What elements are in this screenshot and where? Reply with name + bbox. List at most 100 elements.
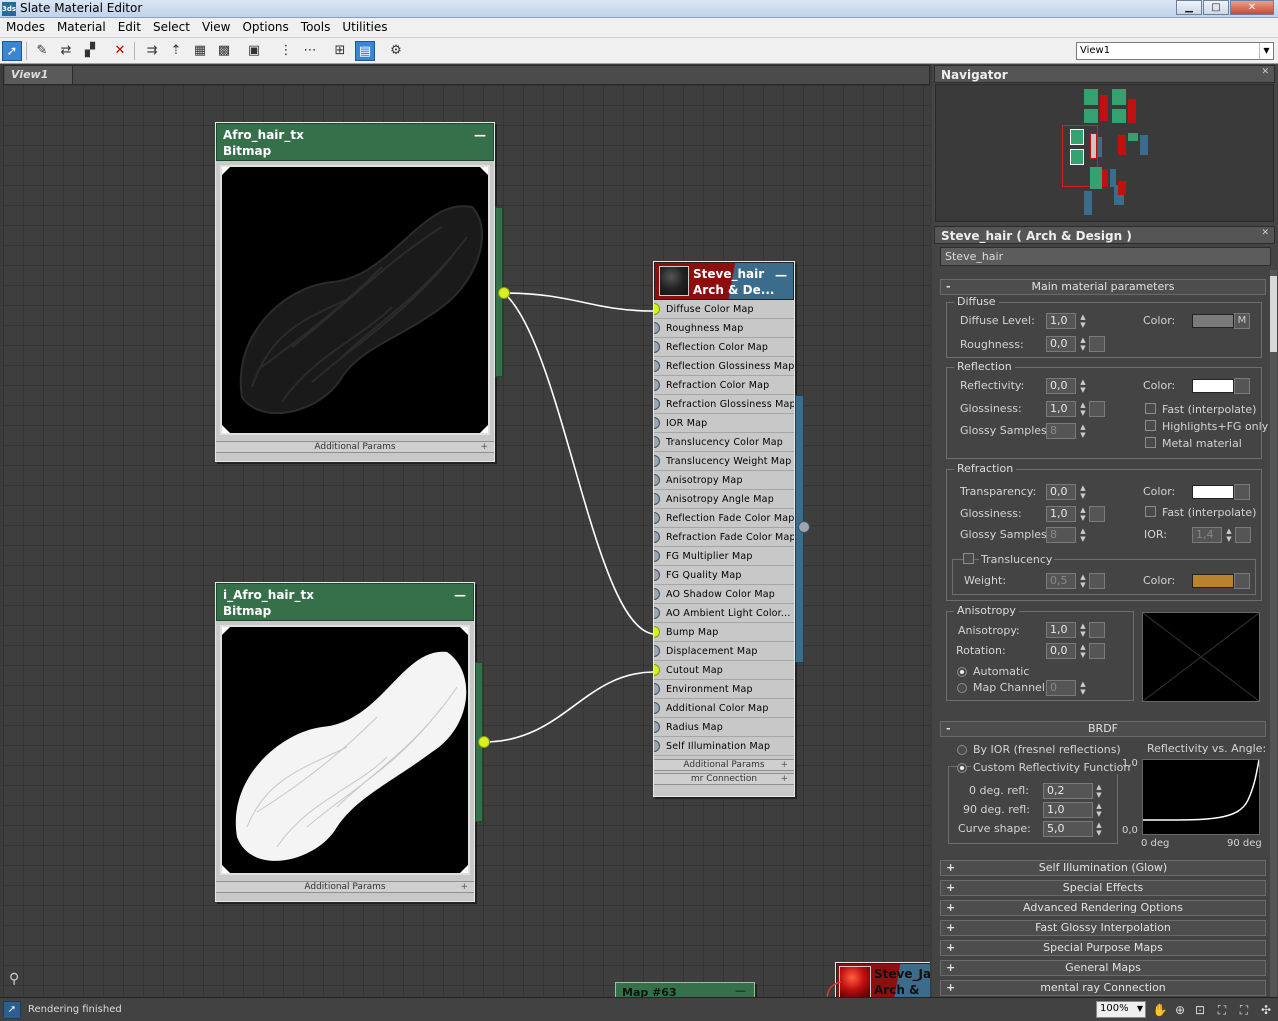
spinner-arrows-icon[interactable]: ▲ ▼: [1078, 378, 1088, 394]
layout-vertical-icon[interactable]: ⋮: [276, 41, 296, 61]
slot-row[interactable]: Refraction Fade Color Map: [654, 528, 794, 547]
curve-shape-spinner[interactable]: 5,0: [1043, 821, 1093, 837]
node-canvas[interactable]: Afro_hair_tx Bitmap — Additional Params …: [3, 85, 930, 997]
hide-unused-icon[interactable]: ⇡: [166, 41, 186, 61]
zoom-extents-icon[interactable]: ⛶: [1214, 1002, 1230, 1018]
binoculars-icon[interactable]: ⚲: [9, 971, 19, 987]
spinner-arrows-icon[interactable]: ▲ ▼: [1094, 783, 1104, 799]
additional-params-rollout[interactable]: Additional Params +: [216, 441, 494, 453]
rotation-map-button[interactable]: [1089, 643, 1105, 659]
minimize-button[interactable]: ▁: [1176, 0, 1202, 15]
output-socket-afro[interactable]: [498, 287, 510, 299]
minimize-icon[interactable]: —: [775, 267, 787, 283]
menu-select[interactable]: Select: [147, 18, 196, 37]
spinner-arrows-icon[interactable]: ▲ ▼: [1078, 527, 1088, 543]
show-map-icon[interactable]: ▦: [190, 41, 210, 61]
ior-map-button[interactable]: [1235, 527, 1251, 543]
input-socket[interactable]: [654, 550, 660, 562]
output-socket-steve-hair[interactable]: [798, 521, 810, 533]
menu-utilities[interactable]: Utilities: [336, 18, 393, 37]
zoom-icon[interactable]: ⊕: [1172, 1002, 1188, 1018]
bitmap-node-i-afro[interactable]: i_Afro_hair_tx Bitmap — Additional Param…: [215, 582, 475, 902]
refraction-fast-checkbox[interactable]: [1145, 506, 1156, 517]
slot-row[interactable]: Refraction Color Map: [654, 376, 794, 395]
input-socket[interactable]: [654, 360, 660, 372]
slot-row[interactable]: Refraction Glossiness Map: [654, 395, 794, 414]
minimize-icon[interactable]: —: [474, 127, 486, 143]
node-header[interactable]: Steve_hair Arch & De... —: [654, 262, 794, 300]
deg0-spinner[interactable]: 0,2: [1043, 783, 1093, 799]
anisotropy-map-button[interactable]: [1089, 622, 1105, 638]
additional-params-rollout[interactable]: Additional Params +: [654, 759, 794, 771]
slot-row[interactable]: Additional Color Map: [654, 699, 794, 718]
menu-tools[interactable]: Tools: [295, 18, 337, 37]
translucency-weight-spinner[interactable]: 0,5: [1046, 573, 1076, 589]
material-name-field[interactable]: Steve_hair: [940, 247, 1271, 266]
metal-material-checkbox[interactable]: [1145, 437, 1156, 448]
automatic-radio[interactable]: [957, 667, 967, 677]
rollout-main-material-parameters[interactable]: - Main material parameters: [940, 279, 1266, 295]
slot-row[interactable]: Anisotropy Map: [654, 471, 794, 490]
additional-params-rollout[interactable]: Additional Params +: [216, 881, 474, 893]
refraction-glossiness-spinner[interactable]: 1,0: [1046, 506, 1076, 522]
input-socket[interactable]: [654, 683, 660, 695]
delete-icon[interactable]: ✕: [110, 41, 130, 61]
refraction-color-swatch[interactable]: [1192, 485, 1234, 499]
rotation-spinner[interactable]: 0,0: [1046, 643, 1076, 659]
pan-hand-icon[interactable]: ✋: [1152, 1002, 1168, 1018]
spinner-arrows-icon[interactable]: ▲ ▼: [1078, 336, 1088, 352]
spinner-arrows-icon[interactable]: ▲ ▼: [1078, 313, 1088, 329]
input-socket[interactable]: [654, 512, 660, 524]
parameter-editor-icon[interactable]: ▤: [355, 41, 375, 61]
input-socket[interactable]: [654, 417, 660, 429]
rollout-self-illumination[interactable]: + Self Illumination (Glow): [940, 860, 1266, 876]
pick-material-icon[interactable]: ✎: [32, 41, 52, 61]
spinner-arrows-icon[interactable]: ▲ ▼: [1078, 573, 1088, 589]
slot-row[interactable]: Roughness Map: [654, 319, 794, 338]
anisotropy-spinner[interactable]: 1,0: [1046, 622, 1076, 638]
slot-row[interactable]: Self Illumination Map: [654, 737, 794, 756]
navigator-view[interactable]: [935, 84, 1274, 222]
deg90-spinner[interactable]: 1,0: [1043, 802, 1093, 818]
show-background-icon[interactable]: ▩: [214, 41, 234, 61]
input-socket[interactable]: [654, 721, 660, 733]
input-socket[interactable]: [654, 436, 660, 448]
input-socket[interactable]: [654, 474, 660, 486]
ior-spinner[interactable]: 1,4: [1192, 527, 1222, 543]
menu-view[interactable]: View: [196, 18, 236, 37]
tab-view1[interactable]: View1: [5, 66, 73, 84]
mr-connection-rollout[interactable]: mr Connection +: [654, 773, 794, 785]
minimize-icon[interactable]: —: [735, 984, 746, 997]
input-socket[interactable]: [654, 379, 660, 391]
rollout-special-effects[interactable]: + Special Effects: [940, 880, 1266, 896]
material-node-steve-hair[interactable]: Steve_hair Arch & De... — Diffuse Color …: [653, 261, 795, 797]
diffuse-level-spinner[interactable]: 1,0: [1046, 313, 1076, 329]
refraction-samples-spinner[interactable]: 8: [1046, 527, 1076, 543]
put-to-scene-icon[interactable]: ⇄: [56, 41, 76, 61]
spinner-arrows-icon[interactable]: ▲ ▼: [1078, 401, 1088, 417]
input-socket[interactable]: [654, 569, 660, 581]
material-node-steve-ja[interactable]: Steve_Ja... Arch & De...: [835, 962, 930, 997]
spinner-arrows-icon[interactable]: ▲ ▼: [1094, 802, 1104, 818]
rollout-brdf[interactable]: - BRDF: [940, 721, 1266, 737]
input-socket[interactable]: [654, 303, 660, 315]
close-button[interactable]: ✕: [1230, 0, 1274, 15]
slot-row[interactable]: FG Multiplier Map: [654, 547, 794, 566]
slot-row[interactable]: Translucency Weight Map: [654, 452, 794, 471]
assign-material-icon[interactable]: ▞: [80, 41, 100, 61]
minimize-icon[interactable]: —: [454, 587, 466, 603]
menu-material[interactable]: Material: [51, 18, 112, 37]
by-ior-radio[interactable]: [957, 745, 967, 755]
select-children-icon[interactable]: ▣: [244, 41, 264, 61]
slot-row[interactable]: Anisotropy Angle Map: [654, 490, 794, 509]
move-children-icon[interactable]: ⇉: [142, 41, 162, 61]
slot-row[interactable]: Translucency Color Map: [654, 433, 794, 452]
menu-edit[interactable]: Edit: [112, 18, 147, 37]
slot-row[interactable]: Reflection Glossiness Map: [654, 357, 794, 376]
spinner-arrows-icon[interactable]: ▲ ▼: [1078, 423, 1088, 439]
reflection-glossiness-spinner[interactable]: 1,0: [1046, 401, 1076, 417]
spinner-arrows-icon[interactable]: ▲ ▼: [1078, 484, 1088, 500]
input-socket[interactable]: [654, 607, 660, 619]
layout-horizontal-icon[interactable]: ⋯: [300, 41, 320, 61]
slot-row[interactable]: Diffuse Color Map: [654, 300, 794, 319]
